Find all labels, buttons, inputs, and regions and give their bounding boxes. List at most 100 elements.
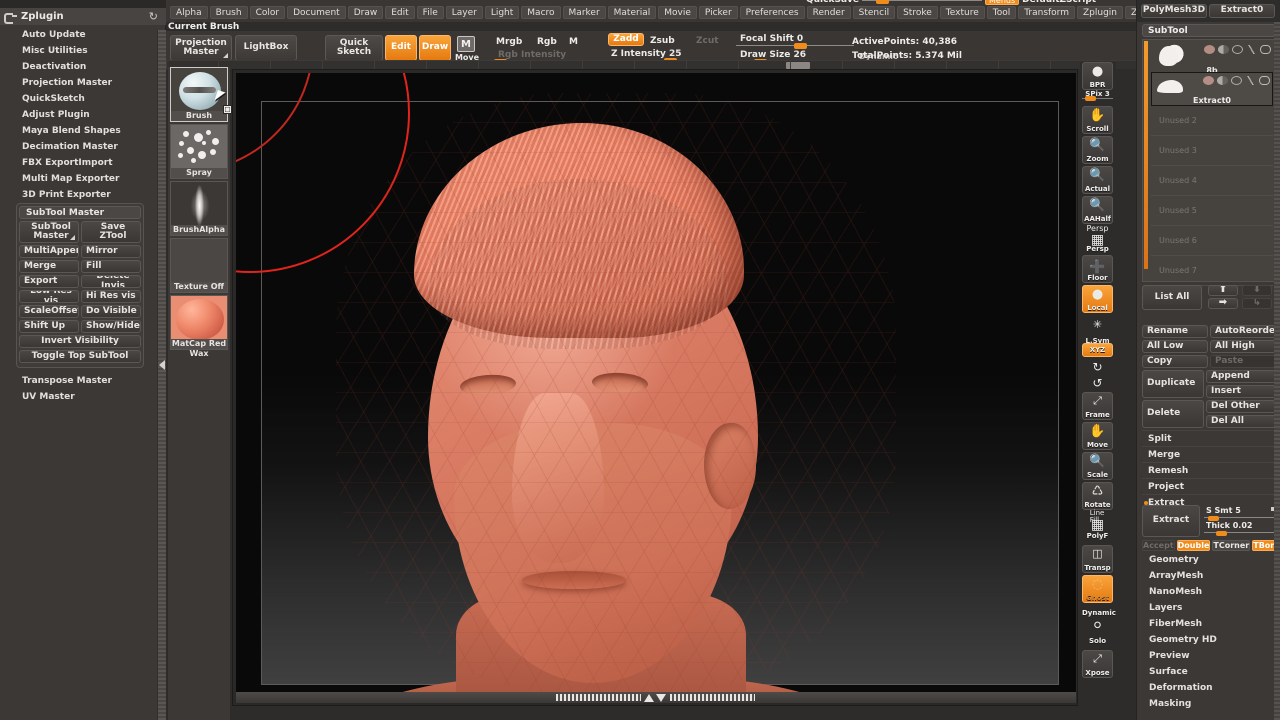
subtool-list-scrollbar[interactable] <box>1144 41 1148 269</box>
transparency-toggle-icon[interactable] <box>1245 76 1256 85</box>
menu-item-light[interactable]: Light <box>484 6 520 19</box>
mrgb-label[interactable]: Mrgb <box>496 37 522 47</box>
eye-visibility-icon[interactable] <box>1260 45 1271 54</box>
material-thumbnail[interactable]: MatCap Red Wax <box>170 295 228 358</box>
zplugin-item-transpose-master[interactable]: Transpose Master <box>0 373 166 389</box>
zplugin-item-maya-blend-shapes[interactable]: Maya Blend Shapes <box>0 123 166 139</box>
quicksave-slider[interactable] <box>862 0 982 4</box>
menu-item-file[interactable]: File <box>416 6 444 19</box>
solo-button[interactable]: ⚪ Solo <box>1082 617 1113 645</box>
actual-button[interactable]: 🔍 Actual <box>1082 166 1113 194</box>
menu-item-edit[interactable]: Edit <box>385 6 415 19</box>
zcut-button[interactable]: Zcut <box>696 36 719 46</box>
subtool-row[interactable]: Unused 7 <box>1151 252 1273 286</box>
list-all-button[interactable]: List All <box>1142 285 1202 310</box>
zplugin-item-deactivation[interactable]: Deactivation <box>0 59 166 75</box>
stm-invert-visibility-button[interactable]: Invert Visibility <box>19 335 141 348</box>
subpalette-layers[interactable]: Layers <box>1137 600 1280 616</box>
stm-merge-button[interactable]: Merge <box>19 260 79 273</box>
lsym-button[interactable]: ✳ L.Sym <box>1082 317 1113 345</box>
zplugin-item-fbx-exportimport[interactable]: FBX ExportImport <box>0 155 166 171</box>
section-merge[interactable]: Merge <box>1142 446 1276 462</box>
subtool-row[interactable]: Unused 2 <box>1151 102 1273 136</box>
zplugin-item-quicksketch[interactable]: QuickSketch <box>0 91 166 107</box>
subtool-row[interactable]: Unused 6 <box>1151 222 1273 256</box>
all-high-button[interactable]: All High <box>1210 340 1276 353</box>
stm-multiappend-button[interactable]: MultiAppend <box>19 245 79 258</box>
menus-button[interactable]: Menus <box>985 0 1020 5</box>
frame-button[interactable]: ⤢ Frame <box>1082 392 1113 420</box>
sculpt-canvas[interactable] <box>236 73 1076 693</box>
scroll-up-arrow-icon[interactable] <box>644 694 654 702</box>
menu-item-macro[interactable]: Macro <box>521 6 561 19</box>
subtool-section-title[interactable]: SubTool <box>1142 24 1276 37</box>
section-project[interactable]: Project <box>1142 478 1276 494</box>
section-split[interactable]: Split <box>1142 430 1276 446</box>
collapse-arrow-icon[interactable] <box>159 360 165 370</box>
move-subtool-up-button[interactable]: ⬆ <box>1208 285 1238 296</box>
tab-polymesh3d[interactable]: PolyMesh3D <box>1141 4 1207 18</box>
rotate-gyro-button[interactable]: ♺ Rotate <box>1082 482 1113 510</box>
stm-do-visible-button[interactable]: Do Visible <box>81 305 141 318</box>
subpalette-preview[interactable]: Preview <box>1137 648 1280 664</box>
autoreorder-button[interactable]: AutoReorder <box>1210 325 1276 338</box>
subtool-row[interactable]: Unused 5 <box>1151 192 1273 226</box>
subpalette-masking[interactable]: Masking <box>1137 696 1280 712</box>
menu-item-transform[interactable]: Transform <box>1018 6 1075 19</box>
left-palette-scrollbar[interactable] <box>157 30 166 720</box>
copy-button[interactable]: Copy <box>1142 355 1208 368</box>
projection-master-button[interactable]: Projection Master <box>170 35 232 61</box>
zoom-button[interactable]: 🔍 Zoom <box>1082 136 1113 164</box>
del-all-button[interactable]: Del All <box>1206 415 1276 428</box>
subpalette-geometry-hd[interactable]: Geometry HD <box>1137 632 1280 648</box>
persp-button[interactable]: Persp ▦ Persp <box>1082 225 1113 254</box>
accept-button[interactable]: Accept <box>1142 540 1175 551</box>
floor-button[interactable]: ➕ Floor <box>1082 255 1113 283</box>
menu-item-render[interactable]: Render <box>806 6 851 19</box>
spix-slider[interactable]: SPix 3 <box>1082 90 1113 102</box>
scroll-button[interactable]: ✋ Scroll <box>1082 106 1113 134</box>
stm-fill-button[interactable]: Fill <box>81 260 141 273</box>
transparency-toggle-icon[interactable] <box>1246 45 1257 54</box>
refresh-icon[interactable]: ↻ <box>149 10 158 23</box>
material-toggle-icon[interactable] <box>1217 76 1228 85</box>
xyz-button[interactable]: XYZ <box>1082 343 1113 357</box>
menu-item-zplugin[interactable]: Zplugin <box>1077 6 1124 19</box>
edit-button[interactable]: Edit <box>385 35 417 61</box>
menu-item-tool[interactable]: Tool <box>986 6 1017 19</box>
subtool-row[interactable]: Extract0 <box>1151 72 1273 106</box>
delete-button[interactable]: Delete <box>1142 400 1204 428</box>
stm-scaleoffset-button[interactable]: ScaleOffset <box>19 305 79 318</box>
menu-item-stencil[interactable]: Stencil <box>852 6 896 19</box>
subpalette-geometry[interactable]: Geometry <box>1137 552 1280 568</box>
menu-item-movie[interactable]: Movie <box>658 6 697 19</box>
move-gyro-button[interactable]: ✋ Move <box>1082 422 1113 450</box>
section-remesh[interactable]: Remesh <box>1142 462 1276 478</box>
stm-show-hideall-button[interactable]: Show/HideAll <box>81 320 141 333</box>
slider-knob[interactable] <box>1216 531 1227 536</box>
subpalette-deformation[interactable]: Deformation <box>1137 680 1280 696</box>
xpose-button[interactable]: ⤢ Xpose <box>1082 650 1113 678</box>
stm-delete-invis-button[interactable]: Delete Invis <box>81 275 141 288</box>
tcorner-toggle[interactable]: TCorner <box>1212 540 1251 551</box>
zadd-button[interactable]: Zadd <box>608 33 644 46</box>
scale-gyro-button[interactable]: 🔍 Scale <box>1082 452 1113 480</box>
move-subtool-out-button[interactable]: ↳ <box>1242 298 1272 309</box>
rename-button[interactable]: Rename <box>1142 325 1208 338</box>
subpalette-fibermesh[interactable]: FiberMesh <box>1137 616 1280 632</box>
menu-item-preferences[interactable]: Preferences <box>739 6 805 19</box>
subtool-row[interactable]: Unused 3 <box>1151 132 1273 166</box>
menu-item-color[interactable]: Color <box>249 6 286 19</box>
move-subtool-down-button[interactable]: ⬇ <box>1242 285 1272 296</box>
eye-visibility-icon[interactable] <box>1259 76 1270 85</box>
zplugin-item-projection-master[interactable]: Projection Master <box>0 75 166 91</box>
append-button[interactable]: Append <box>1206 370 1276 383</box>
menu-item-marker[interactable]: Marker <box>562 6 606 19</box>
lightbox-button[interactable]: LightBox <box>235 35 297 61</box>
scroll-hatch-left[interactable] <box>556 694 641 701</box>
zplugin-item-uv-master[interactable]: UV Master <box>0 389 166 405</box>
smt-slider[interactable]: S Smt 5 <box>1204 506 1276 521</box>
local-button[interactable]: ● Local <box>1082 285 1113 313</box>
material-toggle-icon[interactable] <box>1218 45 1229 54</box>
paste-button[interactable]: Paste <box>1210 355 1276 368</box>
